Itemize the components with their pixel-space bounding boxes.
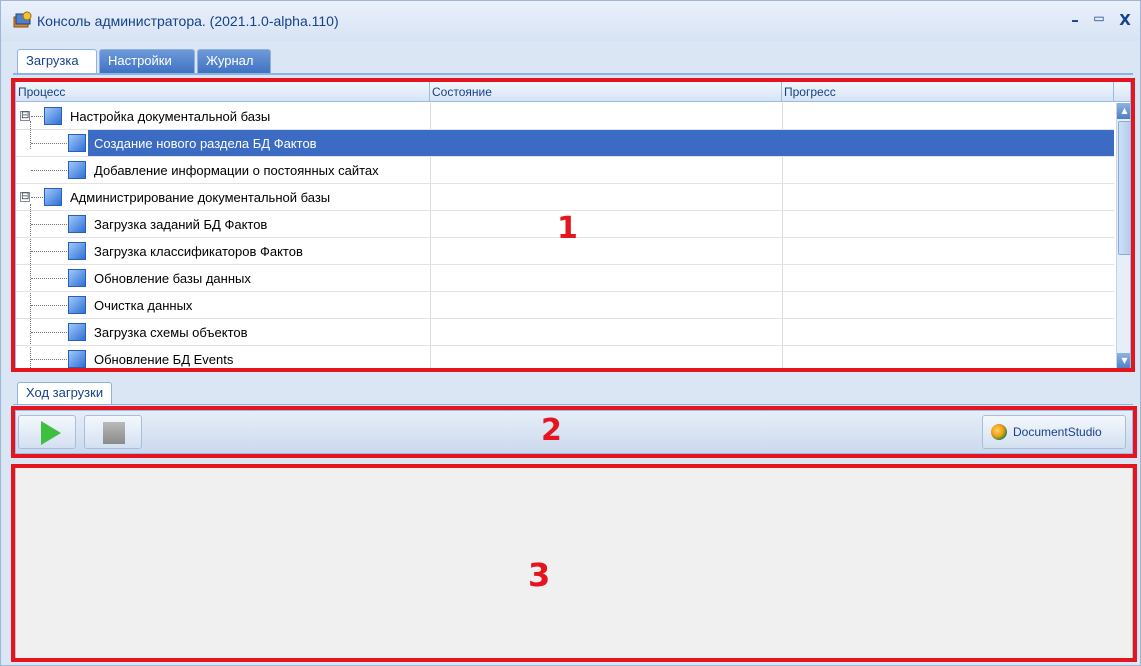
tab-nastroiki[interactable]: Настройки bbox=[99, 49, 195, 73]
close-button[interactable]: X bbox=[1115, 11, 1135, 29]
tab-zhurnal[interactable]: Журнал bbox=[197, 49, 271, 73]
highlight-box-2 bbox=[11, 406, 1137, 458]
annotation-number-2: 2 bbox=[541, 413, 562, 448]
highlight-box-3 bbox=[11, 464, 1137, 662]
admin-console-window: Консоль администратора. (2021.1.0-alpha.… bbox=[0, 0, 1141, 666]
window-title: Консоль администратора. (2021.1.0-alpha.… bbox=[37, 13, 339, 29]
minimize-button[interactable]: – bbox=[1065, 11, 1085, 29]
tab-strip-divider bbox=[13, 404, 1133, 405]
app-icon bbox=[13, 11, 32, 28]
title-bar: Консоль администратора. (2021.1.0-alpha.… bbox=[1, 1, 1140, 41]
annotation-number-3: 3 bbox=[528, 556, 551, 594]
annotation-number-1: 1 bbox=[557, 211, 578, 246]
tab-strip-divider bbox=[13, 73, 1133, 75]
maximize-button[interactable]: ▭ bbox=[1089, 11, 1109, 29]
tab-progress[interactable]: Ход загрузки bbox=[17, 382, 113, 404]
tab-zagruzka[interactable]: Загрузка bbox=[17, 49, 97, 74]
